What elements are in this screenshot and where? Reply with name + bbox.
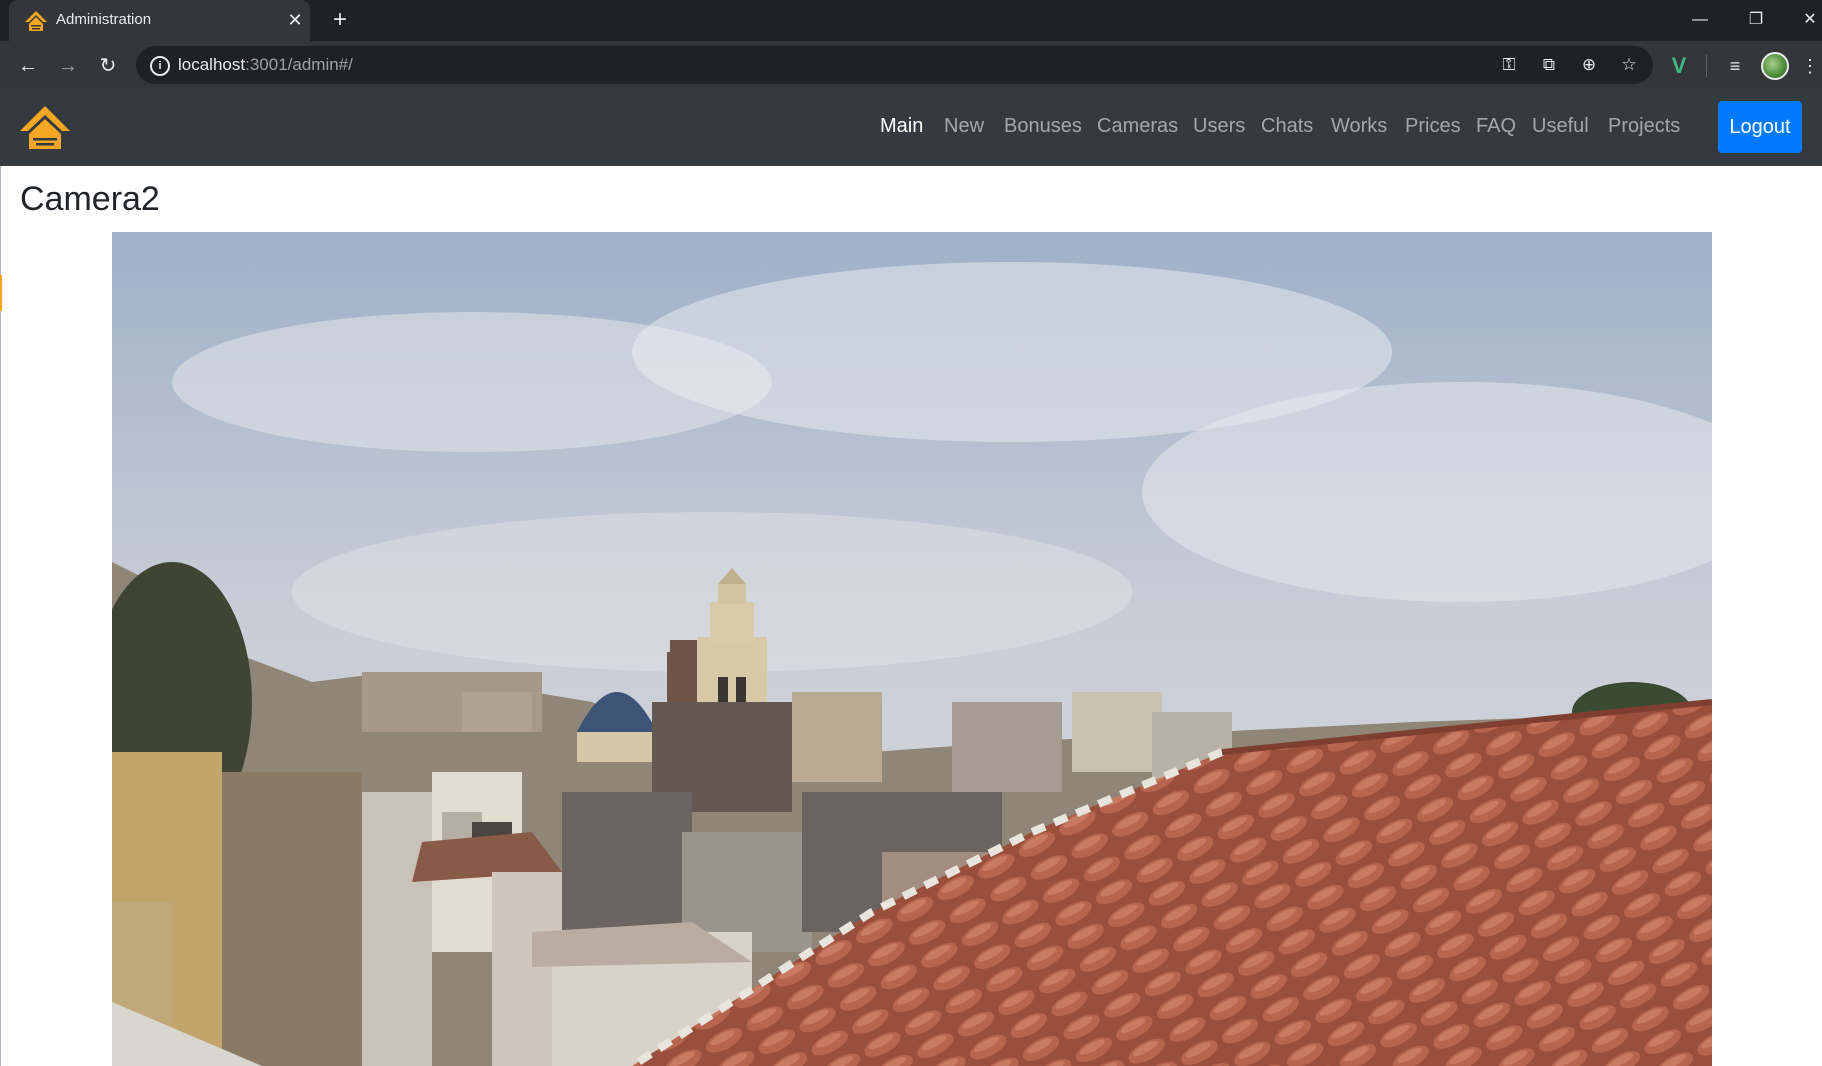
toolbar-separator: [1706, 55, 1707, 77]
browser-tab-strip: Administration ✕ + — ❐ ✕: [0, 0, 1822, 41]
nav-chats[interactable]: Chats: [1261, 115, 1313, 138]
brand-logo-icon: [24, 10, 48, 32]
url-text[interactable]: localhost:3001/admin#/: [178, 55, 353, 75]
browser-tab-administration[interactable]: Administration ✕: [9, 0, 310, 41]
star-icon[interactable]: ☆: [1615, 52, 1643, 78]
more-vert-icon[interactable]: ⋮: [1800, 51, 1820, 81]
add-circle-icon[interactable]: ⊕: [1575, 52, 1603, 78]
info-icon[interactable]: i: [150, 56, 170, 76]
nav-users[interactable]: Users: [1193, 115, 1245, 138]
app-navbar: Main New Bonuses Cameras Users Chats Wor…: [0, 89, 1822, 166]
camera-image: [112, 232, 1712, 1066]
page-title: Camera2: [20, 180, 160, 218]
nav-useful[interactable]: Useful: [1532, 115, 1589, 138]
nav-cameras[interactable]: Cameras: [1097, 115, 1178, 138]
key-icon[interactable]: ⚿: [1495, 52, 1523, 78]
nav-projects[interactable]: Projects: [1608, 115, 1680, 138]
nav-bonuses[interactable]: Bonuses: [1004, 115, 1082, 138]
address-bar[interactable]: i localhost:3001/admin#/ ⚿ ⧉ ⊕ ☆: [136, 46, 1653, 84]
nav-prices[interactable]: Prices: [1405, 115, 1461, 138]
minimize-icon[interactable]: —: [1680, 6, 1720, 34]
nav-new[interactable]: New: [944, 115, 984, 138]
reload-icon[interactable]: ↻: [93, 51, 123, 81]
nav-works[interactable]: Works: [1331, 115, 1387, 138]
media-queue-icon[interactable]: ≡: [1720, 51, 1750, 81]
browser-toolbar: ← → ↻ i localhost:3001/admin#/ ⚿ ⧉ ⊕ ☆ V…: [0, 41, 1822, 89]
tab-title: Administration: [56, 11, 152, 28]
forward-arrow-icon[interactable]: →: [53, 51, 83, 81]
brand-logo-icon[interactable]: [19, 104, 71, 150]
back-arrow-icon[interactable]: ←: [13, 51, 43, 81]
vue-devtools-icon[interactable]: V: [1664, 51, 1694, 81]
restore-icon[interactable]: ❐: [1736, 6, 1776, 34]
plus-icon[interactable]: +: [326, 7, 354, 35]
nav-faq[interactable]: FAQ: [1476, 115, 1516, 138]
profile-avatar-icon[interactable]: [1761, 52, 1789, 80]
logout-button[interactable]: Logout: [1718, 101, 1802, 153]
close-icon[interactable]: ✕: [283, 8, 307, 32]
close-icon[interactable]: ✕: [1790, 6, 1822, 34]
open-external-icon[interactable]: ⧉: [1535, 52, 1563, 78]
nav-main[interactable]: Main: [880, 115, 923, 138]
scroll-indicator: [0, 275, 2, 311]
